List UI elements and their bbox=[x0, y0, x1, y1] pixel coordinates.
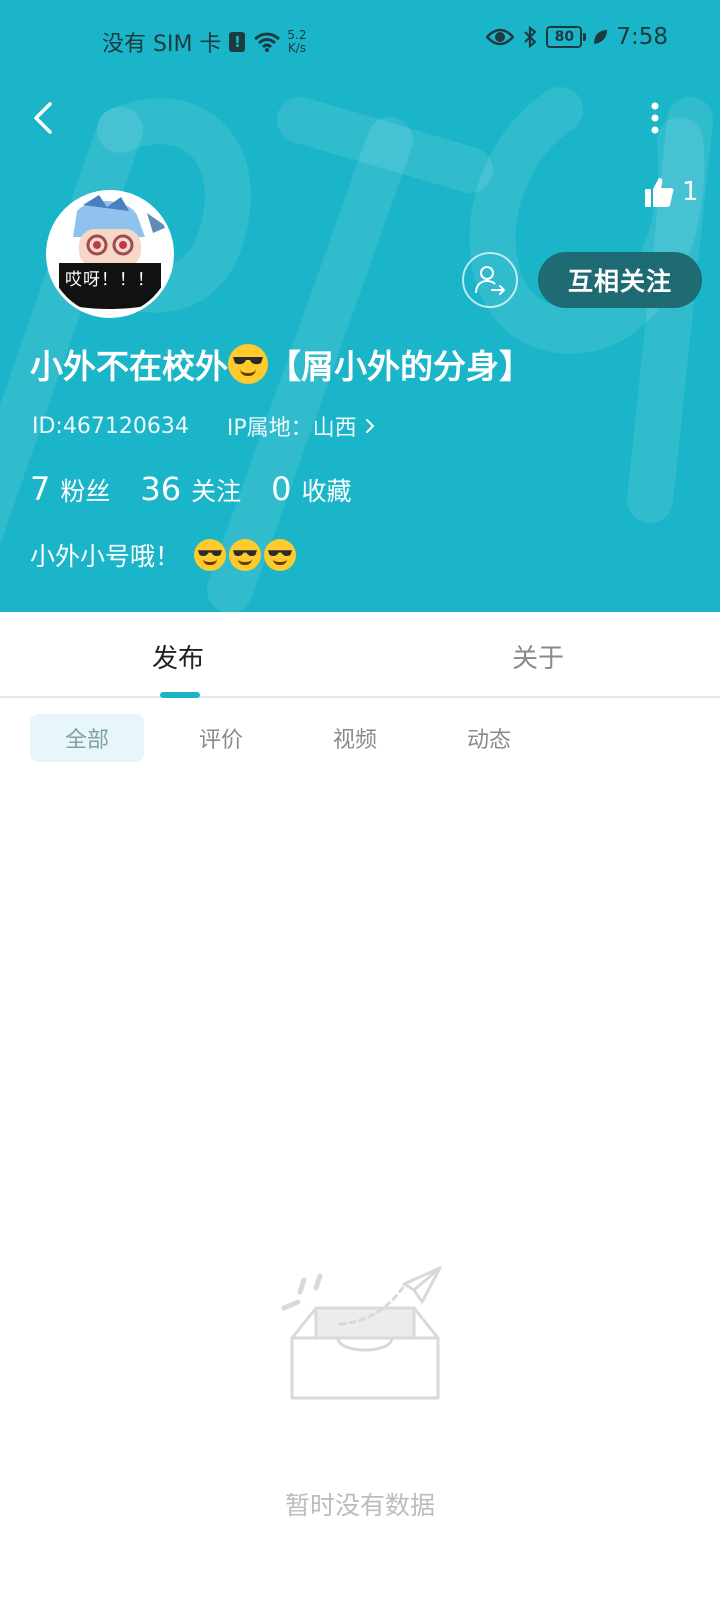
leaf-icon bbox=[594, 30, 608, 44]
tab-about[interactable]: 关于 bbox=[512, 638, 564, 675]
clock: 7:58 bbox=[616, 24, 668, 50]
avatar-image bbox=[49, 193, 171, 315]
stat-label: 收藏 bbox=[301, 477, 352, 506]
stat-label: 关注 bbox=[191, 477, 242, 506]
name-suffix: 【屑小外的分身】 bbox=[268, 347, 532, 386]
sunglasses-emoji-icon bbox=[229, 539, 262, 571]
user-id: ID:467120634 bbox=[32, 413, 189, 439]
like-count: 1 bbox=[682, 177, 699, 207]
name-main: 小外不在校外 bbox=[30, 347, 228, 386]
stat-fans[interactable]: 7 粉丝 bbox=[30, 470, 110, 508]
stat-count: 0 bbox=[271, 470, 292, 508]
profile-bio: 小外小号哦！ bbox=[30, 537, 299, 573]
chevron-left-icon bbox=[34, 102, 52, 134]
mutual-follow-button[interactable]: 互相关注 bbox=[538, 252, 702, 308]
profile-stats: 7 粉丝 36 关注 0 收藏 bbox=[30, 470, 381, 508]
ip-location-link[interactable]: IP属地：山西 bbox=[227, 410, 375, 442]
sunglasses-emoji-icon bbox=[264, 539, 297, 571]
filter-chips: 全部 评价 视频 动态 bbox=[30, 714, 566, 762]
like-button[interactable]: 1 bbox=[644, 176, 699, 208]
content-tabs: 发布 关于 bbox=[0, 612, 720, 698]
bluetooth-icon bbox=[524, 25, 537, 49]
stat-following[interactable]: 36 关注 bbox=[140, 470, 241, 508]
stat-favorites[interactable]: 0 收藏 bbox=[271, 470, 351, 508]
status-left: 没有 SIM 卡 ! 5.2 K/s bbox=[102, 26, 307, 58]
thumbs-up-icon bbox=[645, 178, 674, 207]
filter-moments[interactable]: 动态 bbox=[432, 714, 546, 762]
stat-count: 7 bbox=[30, 470, 51, 508]
back-button[interactable] bbox=[26, 96, 66, 140]
carrier-text: 没有 SIM 卡 bbox=[102, 32, 222, 57]
empty-inbox-icon bbox=[281, 1266, 442, 1400]
share-profile-button[interactable] bbox=[462, 252, 518, 308]
wifi-icon bbox=[254, 32, 281, 52]
sim-warning-icon: ! bbox=[229, 32, 246, 52]
empty-state-text: 暂时没有数据 bbox=[284, 1491, 435, 1520]
avatar[interactable]: 哎呀！！！ bbox=[46, 190, 174, 318]
profile-header: 没有 SIM 卡 ! 5.2 K/s 80 7:58 1 哎呀！！！ 互相关注 … bbox=[0, 0, 720, 612]
chevron-right-icon bbox=[365, 419, 375, 433]
status-bar: 没有 SIM 卡 ! 5.2 K/s 80 7:58 bbox=[0, 18, 720, 64]
active-tab-indicator bbox=[160, 692, 200, 698]
user-share-icon bbox=[475, 266, 505, 295]
filter-all[interactable]: 全部 bbox=[30, 714, 144, 762]
stat-label: 粉丝 bbox=[60, 477, 111, 506]
eye-icon bbox=[486, 28, 515, 46]
battery-tip bbox=[583, 33, 587, 41]
sunglasses-emoji-icon bbox=[228, 344, 268, 384]
speed-unit: K/s bbox=[287, 41, 307, 55]
battery-icon: 80 bbox=[546, 26, 587, 48]
network-speed: 5.2 K/s bbox=[287, 29, 306, 55]
tab-publish[interactable]: 发布 bbox=[152, 638, 204, 675]
bio-text: 小外小号哦！ bbox=[30, 542, 181, 571]
bio-emojis bbox=[194, 539, 299, 571]
sunglasses-emoji-icon bbox=[194, 539, 227, 571]
filter-reviews[interactable]: 评价 bbox=[164, 714, 278, 762]
filter-videos[interactable]: 视频 bbox=[298, 714, 412, 762]
id-line: ID:467120634 IP属地：山西 bbox=[32, 410, 375, 442]
ip-location: IP属地：山西 bbox=[226, 416, 357, 441]
stat-count: 36 bbox=[140, 470, 182, 508]
status-right: 80 7:58 bbox=[486, 24, 668, 50]
battery-level: 80 bbox=[546, 26, 583, 48]
more-button[interactable] bbox=[640, 96, 670, 140]
more-vertical-icon bbox=[651, 102, 659, 134]
profile-name: 小外不在校外 【屑小外的分身】 bbox=[30, 340, 532, 388]
avatar-caption: 哎呀！！！ bbox=[59, 263, 161, 292]
